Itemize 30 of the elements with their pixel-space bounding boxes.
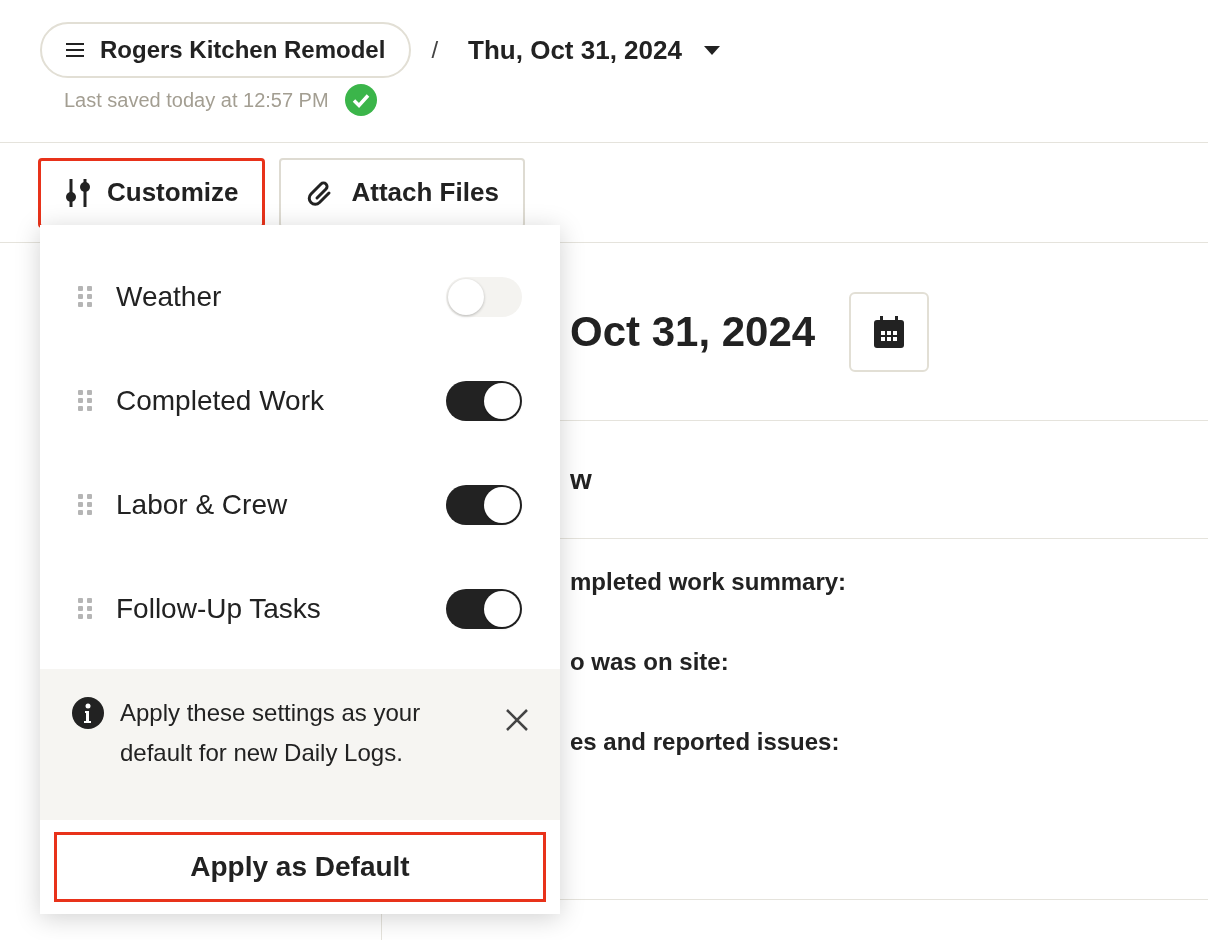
log-date-heading: Oct 31, 2024 xyxy=(570,307,816,357)
toggle-switch[interactable] xyxy=(446,589,522,629)
section-toggle-label: Follow-Up Tasks xyxy=(116,592,322,626)
drag-handle-icon[interactable] xyxy=(78,390,92,412)
section-toggle-label: Weather xyxy=(116,280,223,314)
section-toggle-label: Labor & Crew xyxy=(116,488,289,522)
toggle-switch[interactable] xyxy=(446,485,522,525)
calendar-icon xyxy=(874,315,905,348)
last-saved-text: Last saved today at 12:57 PM xyxy=(64,88,329,113)
apply-default-button[interactable]: Apply as Default xyxy=(54,832,546,902)
section-title: w xyxy=(570,462,592,497)
project-button[interactable]: Rogers Kitchen Remodel xyxy=(40,22,412,78)
field-label: es and reported issues: xyxy=(570,727,840,757)
field-label: o was on site: xyxy=(570,647,729,677)
toggle-switch[interactable] xyxy=(446,277,522,317)
field-label: mpleted work summary: xyxy=(570,567,847,597)
drag-handle-icon[interactable] xyxy=(78,494,92,516)
calendar-button[interactable] xyxy=(849,291,930,372)
info-icon xyxy=(72,697,104,729)
menu-icon xyxy=(66,43,84,57)
section-toggle-label: Completed Work xyxy=(116,384,325,418)
date-dropdown[interactable]: Thu, Oct 31, 2024 xyxy=(468,30,720,70)
toggle-switch[interactable] xyxy=(446,381,522,421)
notice-text: Apply these settings as your default for new Daily Logs. xyxy=(120,698,422,768)
caret-icon xyxy=(703,45,720,55)
close-icon[interactable] xyxy=(506,709,528,731)
sliders-icon xyxy=(65,178,91,207)
drag-handle-icon[interactable] xyxy=(78,598,92,620)
drag-handle-icon[interactable] xyxy=(78,286,92,308)
breadcrumb-separator: / xyxy=(431,35,439,65)
